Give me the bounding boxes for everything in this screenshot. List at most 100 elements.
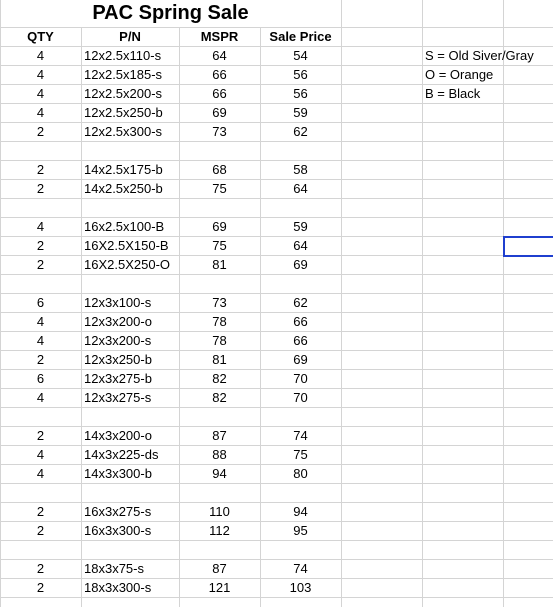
- header-qty[interactable]: QTY: [0, 27, 81, 46]
- sale-price-cell[interactable]: 62: [260, 122, 341, 141]
- header-pn[interactable]: P/N: [81, 27, 179, 46]
- legend-black[interactable]: B = Black: [425, 84, 553, 103]
- sale-price-cell[interactable]: 70: [260, 369, 341, 388]
- qty-cell[interactable]: 4: [0, 331, 81, 350]
- qty-cell[interactable]: 2: [0, 255, 81, 274]
- qty-cell[interactable]: 2: [0, 179, 81, 198]
- legend-orange[interactable]: O = Orange: [425, 65, 553, 84]
- pn-cell[interactable]: 12x2.5x250-b: [84, 103, 179, 122]
- spreadsheet[interactable]: PAC Spring Sale QTY P/N MSPR Sale Price …: [0, 0, 553, 607]
- sale-price-cell[interactable]: 62: [260, 293, 341, 312]
- qty-cell[interactable]: 2: [0, 426, 81, 445]
- qty-cell[interactable]: 2: [0, 521, 81, 540]
- qty-cell[interactable]: 2: [0, 559, 81, 578]
- pn-cell[interactable]: 12x3x200-s: [84, 331, 179, 350]
- mspr-cell[interactable]: 110: [179, 502, 260, 521]
- pn-cell[interactable]: 16x3x275-s: [84, 502, 179, 521]
- mspr-cell[interactable]: 66: [179, 65, 260, 84]
- pn-cell[interactable]: 18x3x75-s: [84, 559, 179, 578]
- sale-price-cell[interactable]: 59: [260, 217, 341, 236]
- sale-price-cell[interactable]: 59: [260, 103, 341, 122]
- qty-cell[interactable]: 6: [0, 369, 81, 388]
- qty-cell[interactable]: 4: [0, 445, 81, 464]
- legend-silver[interactable]: S = Old Siver/Gray: [425, 46, 553, 65]
- sale-price-cell[interactable]: 69: [260, 255, 341, 274]
- qty-cell[interactable]: 2: [0, 578, 81, 597]
- sale-price-cell[interactable]: 103: [260, 578, 341, 597]
- mspr-cell[interactable]: 87: [179, 559, 260, 578]
- pn-cell[interactable]: 12x2.5x200-s: [84, 84, 179, 103]
- qty-cell[interactable]: 2: [0, 236, 81, 255]
- pn-cell[interactable]: 12x3x250-b: [84, 350, 179, 369]
- pn-cell[interactable]: 18x3x300-s: [84, 578, 179, 597]
- mspr-cell[interactable]: 112: [179, 521, 260, 540]
- header-sale-price[interactable]: Sale Price: [260, 27, 341, 46]
- mspr-cell[interactable]: 73: [179, 122, 260, 141]
- mspr-cell[interactable]: 121: [179, 578, 260, 597]
- pn-cell[interactable]: 12x3x200-o: [84, 312, 179, 331]
- mspr-cell[interactable]: 78: [179, 312, 260, 331]
- pn-cell[interactable]: 14x3x225-ds: [84, 445, 179, 464]
- sale-price-cell[interactable]: 66: [260, 312, 341, 331]
- qty-cell[interactable]: 4: [0, 312, 81, 331]
- mspr-cell[interactable]: 81: [179, 350, 260, 369]
- sale-price-cell[interactable]: 94: [260, 502, 341, 521]
- pn-cell[interactable]: 16X2.5X150-B: [84, 236, 179, 255]
- sale-price-cell[interactable]: 75: [260, 445, 341, 464]
- pn-cell[interactable]: 16X2.5X250-O: [84, 255, 179, 274]
- qty-cell[interactable]: 4: [0, 388, 81, 407]
- pn-cell[interactable]: 12x3x100-s: [84, 293, 179, 312]
- sale-price-cell[interactable]: 95: [260, 521, 341, 540]
- pn-cell[interactable]: 14x3x200-o: [84, 426, 179, 445]
- qty-cell[interactable]: 4: [0, 103, 81, 122]
- sale-price-cell[interactable]: 69: [260, 350, 341, 369]
- sale-price-cell[interactable]: 54: [260, 46, 341, 65]
- pn-cell[interactable]: 14x3x300-b: [84, 464, 179, 483]
- qty-cell[interactable]: 2: [0, 502, 81, 521]
- pn-cell[interactable]: 14x2.5x250-b: [84, 179, 179, 198]
- mspr-cell[interactable]: 82: [179, 388, 260, 407]
- qty-cell[interactable]: 2: [0, 350, 81, 369]
- mspr-cell[interactable]: 78: [179, 331, 260, 350]
- qty-cell[interactable]: 2: [0, 160, 81, 179]
- pn-cell[interactable]: 16x3x300-s: [84, 521, 179, 540]
- mspr-cell[interactable]: 69: [179, 217, 260, 236]
- mspr-cell[interactable]: 82: [179, 369, 260, 388]
- qty-cell[interactable]: 4: [0, 46, 81, 65]
- qty-cell[interactable]: 4: [0, 464, 81, 483]
- sale-price-cell[interactable]: 64: [260, 236, 341, 255]
- mspr-cell[interactable]: 75: [179, 236, 260, 255]
- sale-price-cell[interactable]: 56: [260, 84, 341, 103]
- mspr-cell[interactable]: 81: [179, 255, 260, 274]
- qty-cell[interactable]: 4: [0, 65, 81, 84]
- sale-price-cell[interactable]: 64: [260, 179, 341, 198]
- mspr-cell[interactable]: 87: [179, 426, 260, 445]
- mspr-cell[interactable]: 68: [179, 160, 260, 179]
- pn-cell[interactable]: 12x3x275-s: [84, 388, 179, 407]
- pn-cell[interactable]: 14x2.5x175-b: [84, 160, 179, 179]
- pn-cell[interactable]: 12x3x275-b: [84, 369, 179, 388]
- qty-cell[interactable]: 4: [0, 217, 81, 236]
- sale-price-cell[interactable]: 70: [260, 388, 341, 407]
- pn-cell[interactable]: 16x2.5x100-B: [84, 217, 179, 236]
- pn-cell[interactable]: 12x2.5x185-s: [84, 65, 179, 84]
- pn-cell[interactable]: 12x2.5x110-s: [84, 46, 179, 65]
- qty-cell[interactable]: 6: [0, 293, 81, 312]
- selected-cell[interactable]: [503, 236, 553, 257]
- mspr-cell[interactable]: 88: [179, 445, 260, 464]
- mspr-cell[interactable]: 64: [179, 46, 260, 65]
- sale-price-cell[interactable]: 80: [260, 464, 341, 483]
- sale-price-cell[interactable]: 58: [260, 160, 341, 179]
- sale-price-cell[interactable]: 74: [260, 426, 341, 445]
- mspr-cell[interactable]: 73: [179, 293, 260, 312]
- sale-price-cell[interactable]: 66: [260, 331, 341, 350]
- mspr-cell[interactable]: 69: [179, 103, 260, 122]
- mspr-cell[interactable]: 75: [179, 179, 260, 198]
- pn-cell[interactable]: 12x2.5x300-s: [84, 122, 179, 141]
- qty-cell[interactable]: 4: [0, 84, 81, 103]
- mspr-cell[interactable]: 66: [179, 84, 260, 103]
- mspr-cell[interactable]: 94: [179, 464, 260, 483]
- header-mspr[interactable]: MSPR: [179, 27, 260, 46]
- sale-price-cell[interactable]: 56: [260, 65, 341, 84]
- sale-price-cell[interactable]: 74: [260, 559, 341, 578]
